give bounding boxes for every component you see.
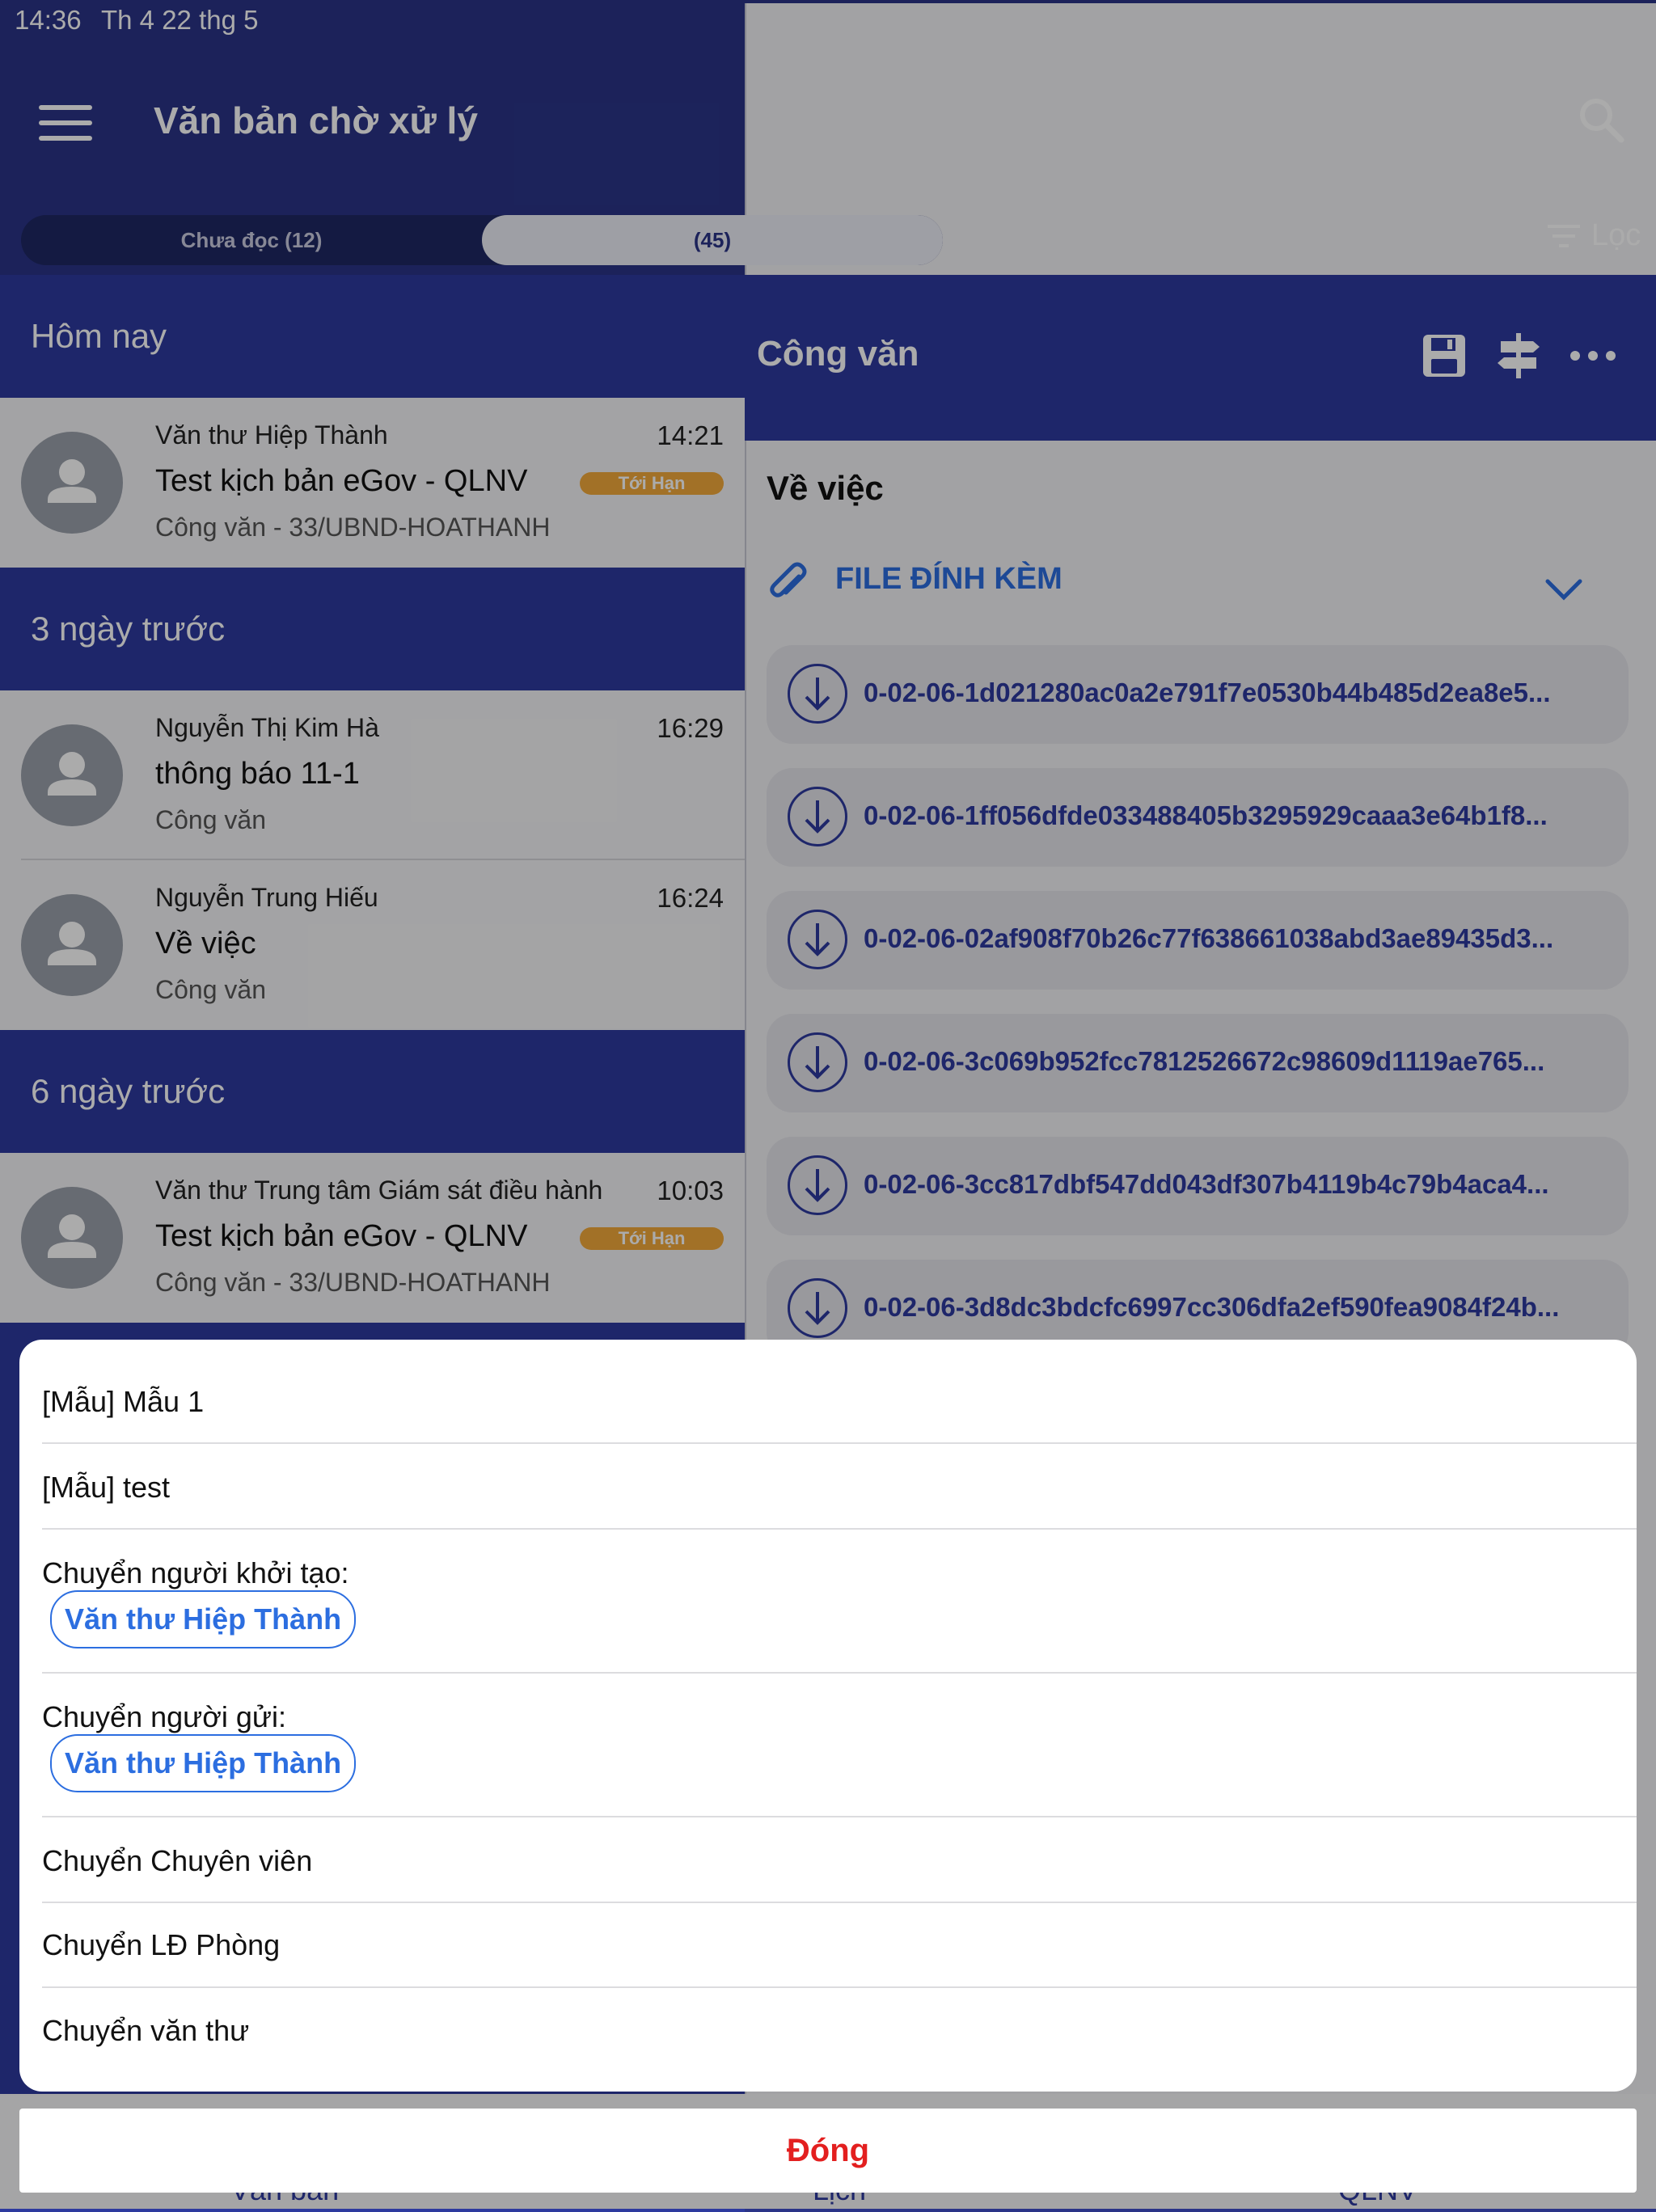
- option-send-dept-lead[interactable]: Chuyển LĐ Phòng: [42, 1928, 1637, 1962]
- divider: [42, 1902, 1637, 1903]
- option-send-specialist[interactable]: Chuyển Chuyên viên: [42, 1844, 1637, 1878]
- creator-chip[interactable]: Văn thư Hiệp Thành: [50, 1590, 357, 1648]
- divider: [42, 1672, 1637, 1674]
- option-send-clerk[interactable]: Chuyển văn thư: [42, 2014, 1637, 2048]
- option-send-creator-label[interactable]: Chuyển người khởi tạo:: [42, 1556, 1637, 1590]
- option-send-sender-label[interactable]: Chuyển người gửi:: [42, 1700, 1637, 1734]
- divider: [42, 1528, 1637, 1530]
- divider: [42, 1816, 1637, 1817]
- option-template-1[interactable]: [Mẫu] Mẫu 1: [42, 1385, 1637, 1419]
- action-sheet: [Mẫu] Mẫu 1 [Mẫu] test Chuyển người khởi…: [19, 1340, 1637, 2092]
- close-button[interactable]: Đóng: [19, 2109, 1637, 2193]
- option-template-test[interactable]: [Mẫu] test: [42, 1471, 1637, 1505]
- divider: [42, 1442, 1637, 1444]
- sender-chip[interactable]: Văn thư Hiệp Thành: [50, 1734, 357, 1792]
- divider: [42, 1986, 1637, 1988]
